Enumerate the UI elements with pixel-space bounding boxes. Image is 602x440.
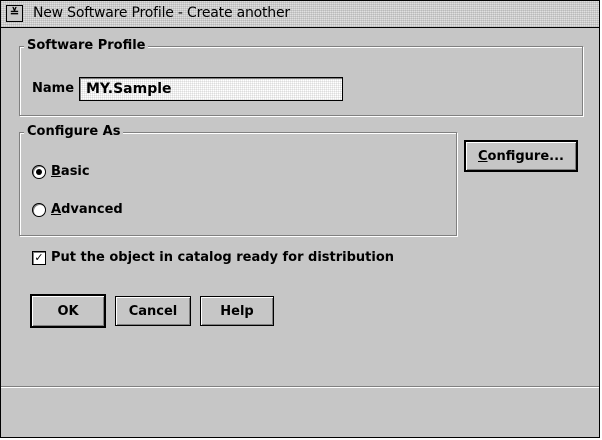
configure-button-label: Configure...: [478, 148, 564, 164]
radio-advanced[interactable]: Advanced: [32, 202, 123, 217]
radio-basic-indicator[interactable]: [32, 164, 46, 179]
radio-selected-dot: [36, 168, 42, 175]
name-label: Name: [32, 81, 75, 96]
help-button[interactable]: Help: [200, 296, 274, 326]
catalog-checkbox[interactable]: ✓: [32, 250, 46, 265]
catalog-checkbox-label[interactable]: Put the object in catalog ready for dist…: [51, 250, 394, 265]
system-menu-icon[interactable]: ≚: [6, 5, 23, 22]
software-profile-legend: Software Profile: [24, 38, 149, 53]
radio-basic-label[interactable]: Basic: [51, 164, 90, 179]
cancel-button[interactable]: Cancel: [115, 296, 191, 326]
radio-advanced-label[interactable]: Advanced: [51, 202, 123, 217]
radio-basic[interactable]: Basic: [32, 164, 90, 179]
radio-advanced-indicator[interactable]: [32, 202, 46, 217]
window-title: New Software Profile - Create another: [33, 5, 290, 21]
catalog-checkbox-row[interactable]: ✓ Put the object in catalog ready for di…: [32, 250, 394, 265]
ok-button[interactable]: OK: [30, 294, 106, 328]
configure-as-legend: Configure As: [24, 124, 124, 139]
configure-as-group: Configure As: [19, 124, 457, 236]
title-bar[interactable]: ≚ New Software Profile - Create another: [1, 1, 599, 28]
status-separator: [1, 386, 599, 388]
configure-button[interactable]: Configure...: [464, 140, 578, 172]
name-field[interactable]: MY.Sample: [79, 77, 343, 101]
dialog-window: ≚ New Software Profile - Create another …: [0, 0, 600, 438]
